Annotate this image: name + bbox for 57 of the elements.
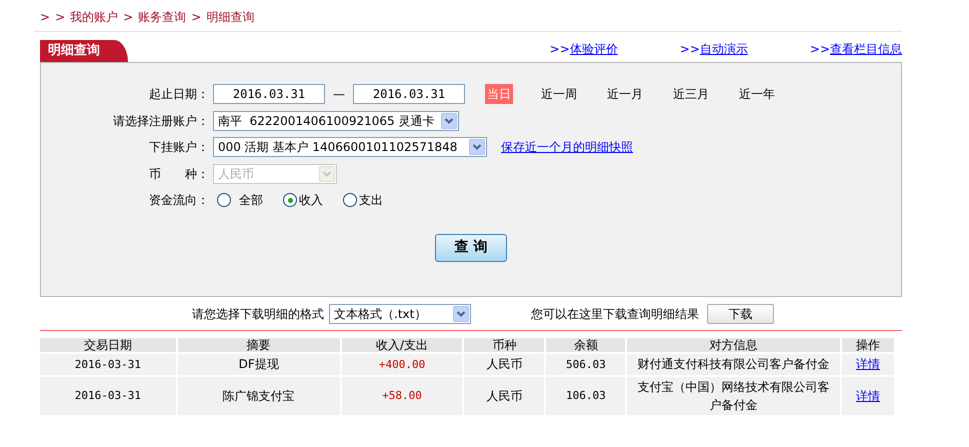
select-field[interactable]: 000 活期 基本户 1406600101102571848 <box>213 137 487 158</box>
field-label: 资金流向： <box>148 192 210 210</box>
column-header: 操作 <box>841 338 895 353</box>
table-cell: 2016-03-31 <box>74 389 142 402</box>
select-field[interactable]: 南平 6222001406100921065 灵通卡 <box>213 110 459 131</box>
radio-button[interactable] <box>217 193 231 208</box>
link[interactable]: >>查看栏目信息 <box>810 40 902 58</box>
breadcrumb-separator: > <box>40 10 50 24</box>
table-cell: DF提现 <box>238 357 279 372</box>
table-cell: 506.03 <box>566 358 606 371</box>
range-option[interactable]: 近三月 <box>671 84 711 104</box>
panel-tab[interactable]: 明细查询 <box>40 40 128 62</box>
format-label: 请您选择下载明细的格式 <box>192 306 324 322</box>
link[interactable]: >>体验评价 <box>550 40 618 58</box>
field-label: 起止日期： <box>148 86 210 104</box>
breadcrumb-separator: > <box>123 10 134 24</box>
select-field[interactable]: 文本格式（.txt） <box>329 304 471 324</box>
table-cell: 2016-03-31 <box>74 358 142 371</box>
radio-button[interactable] <box>283 193 297 208</box>
breadcrumb-link[interactable]: 我的账户 <box>70 10 118 24</box>
table-cell: +400.00 <box>378 358 426 371</box>
table-cell: 106.03 <box>566 389 606 402</box>
date-field[interactable]: 2016.03.31 <box>353 84 465 104</box>
table-cell-text: 财付通支付科技有限公司客户备付金 <box>638 356 830 374</box>
link[interactable]: >>自动演示 <box>680 40 748 58</box>
column-header: 币种 <box>463 338 546 353</box>
range-option[interactable]: 近一月 <box>605 84 645 104</box>
column-header: 余额 <box>545 338 626 353</box>
column-header: 交易日期 <box>40 338 177 353</box>
field-label: 请选择注册账户： <box>112 112 210 130</box>
select-field: 人民币 <box>213 164 337 184</box>
column-header: 收入/支出 <box>340 338 464 353</box>
field-label: 币 种： <box>148 166 210 183</box>
table-cell: 陈广锦支付宝 <box>222 388 295 402</box>
breadcrumb-link[interactable]: 账务查询 <box>138 10 186 24</box>
download-button[interactable]: 下载 <box>707 304 774 324</box>
detail-link[interactable]: 详情 <box>856 388 880 402</box>
radio-button[interactable] <box>343 193 357 208</box>
table-cell: +58.00 <box>382 389 422 402</box>
date-field[interactable]: 2016.03.31 <box>213 84 325 104</box>
query-button[interactable]: 查 询 <box>435 234 507 262</box>
save-snapshot-link[interactable]: 保存近一个月的明细快照 <box>501 138 633 156</box>
field-label: 下挂账户： <box>148 139 210 156</box>
breadcrumb-separator: > <box>191 10 202 24</box>
breadcrumb-separator: > <box>55 10 66 24</box>
table-cell: 人民币 <box>486 388 522 402</box>
radio-label: 支出 <box>359 192 383 210</box>
table-cell: 人民币 <box>486 357 522 372</box>
radio-label: 收入 <box>299 192 323 210</box>
range-option[interactable]: 近一年 <box>737 84 777 104</box>
date-separator: — <box>333 86 345 104</box>
table-cell-text: 支付宝（中国）网络技术有限公司客户备付金 <box>636 378 831 414</box>
column-header: 对方信息 <box>626 338 842 353</box>
download-hint: 您可以在这里下载查询明细结果 <box>531 306 699 322</box>
range-option[interactable]: 近一周 <box>539 84 579 104</box>
radio-label: 全部 <box>239 192 263 210</box>
column-header: 摘要 <box>176 338 341 353</box>
